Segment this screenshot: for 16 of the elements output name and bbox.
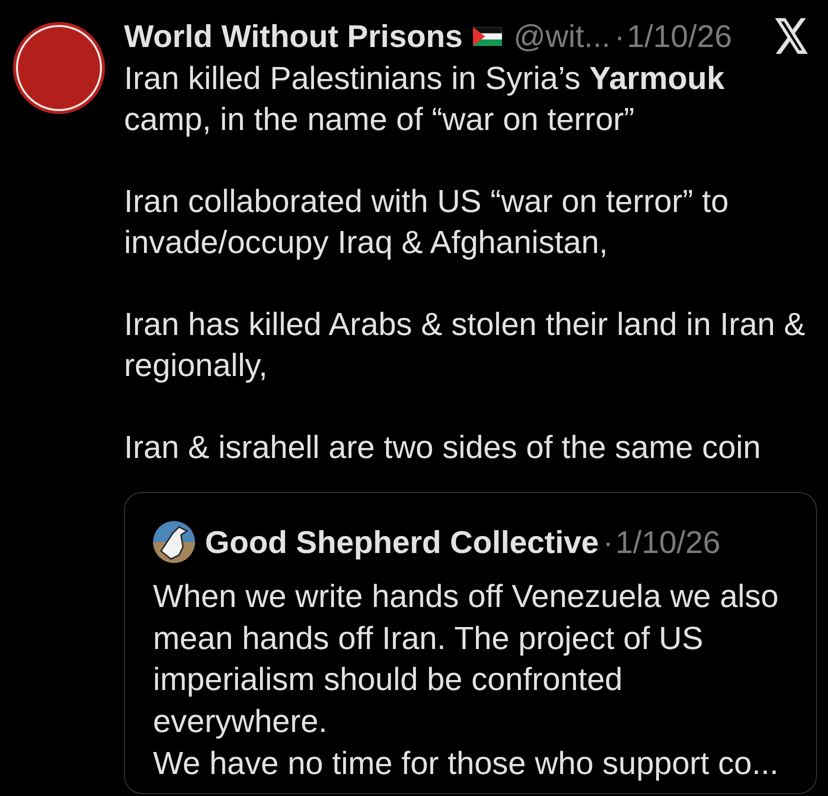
- author-name[interactable]: World Without Prisons: [124, 18, 463, 54]
- post-date[interactable]: 1/10/26: [626, 18, 732, 54]
- quoted-post-card[interactable]: [124, 492, 817, 794]
- separator-dot: ·: [614, 18, 625, 54]
- post-paragraph: Iran & israhell are two sides of the same coin: [124, 428, 762, 467]
- post-paragraph: Iran collaborated with US “war on terror” to invade/occupy Iraq & Afghanistan,: [124, 182, 730, 262]
- post-paragraph: Iran killed Palestinians in Syria’s Yarmouk camp, in the name of “war on terror”: [124, 59, 726, 139]
- avatar-image: [153, 521, 195, 563]
- post-date[interactable]: 1/10/26: [615, 524, 720, 560]
- post-paragraph: Iran has killed Arabs & stolen their land in Iran & regionally,: [124, 305, 806, 385]
- flag-icon: [472, 26, 502, 46]
- separator-dot: ·: [602, 524, 614, 560]
- quoted-post-text: When we write hands off Venezuela we also mean hands off Iran. The project of US imperialism should be confronted everywhere. We have no time for those who support co...: [153, 577, 780, 783]
- x-logo-icon: [775, 18, 809, 54]
- author-handle[interactable]: @wit...: [514, 18, 610, 54]
- author-name[interactable]: Good Shepherd Collective: [205, 524, 599, 560]
